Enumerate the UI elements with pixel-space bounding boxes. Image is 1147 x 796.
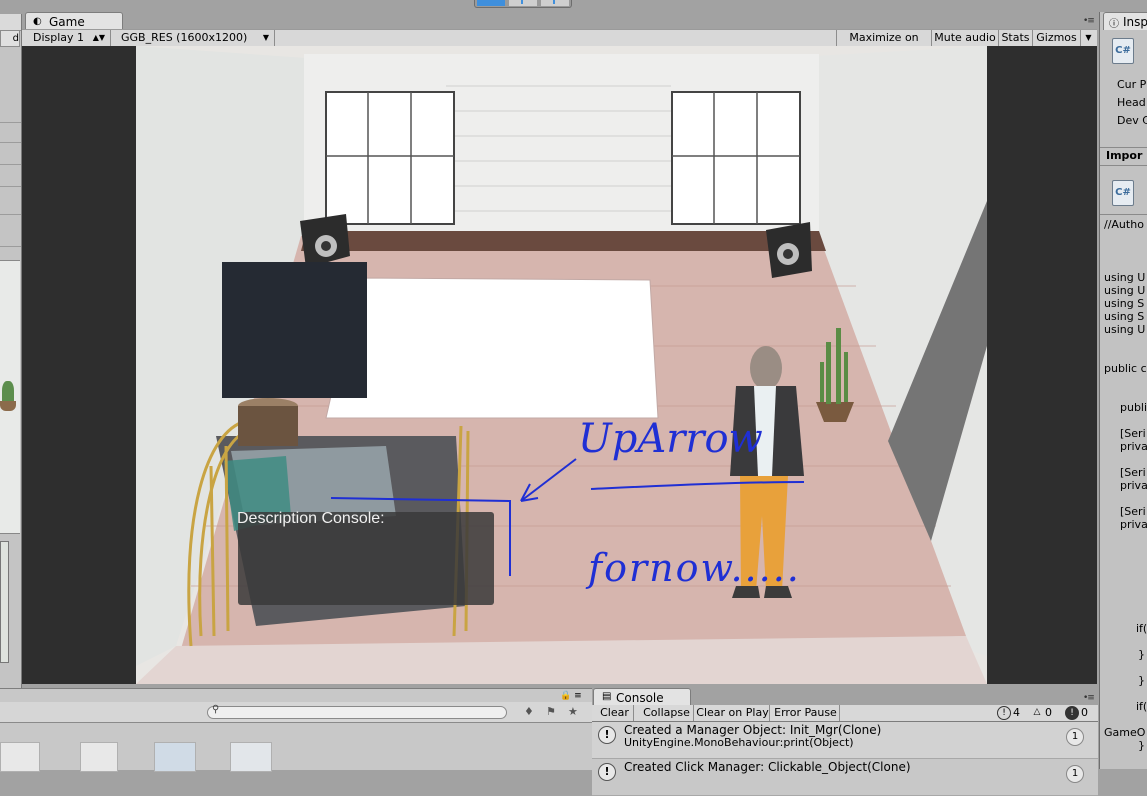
log-entry[interactable]: ! Created Click Manager: Clickable_Objec…	[592, 759, 1098, 796]
step-button[interactable]	[541, 0, 569, 6]
pacman-icon: ◐	[33, 16, 42, 27]
project-panel: 🔒 ≡ ⚲ ♦ ⚑ ★	[0, 688, 592, 772]
code-line: [Seri	[1120, 466, 1146, 479]
imported-object-header: Impor	[1106, 149, 1143, 162]
code-line: public c	[1104, 362, 1147, 375]
project-toolbar: ⚲ ♦ ⚑ ★	[0, 702, 592, 723]
collapse-toggle[interactable]: Collapse	[640, 705, 694, 721]
info-count: 4	[1013, 706, 1020, 719]
hierarchy-dropdown[interactable]: d	[0, 30, 20, 47]
inspector-prop: Dev C	[1117, 114, 1147, 127]
code-line: [Seri	[1120, 427, 1146, 440]
info-icon: !	[997, 706, 1011, 720]
resolution-dropdown-label: GGB_RES (1600x1200)	[121, 31, 248, 44]
error-pause-toggle[interactable]: Error Pause	[772, 705, 840, 721]
stats-toggle[interactable]: Stats	[998, 30, 1032, 46]
inspector-panel: ⓘ Insp C# Cur P Head Dev C Impor C# //Au…	[1099, 12, 1147, 769]
play-button[interactable]	[477, 0, 505, 6]
code-line: using U	[1104, 284, 1146, 297]
asset-preview-thumbnail[interactable]	[0, 541, 9, 663]
mute-audio-toggle[interactable]: Mute audio	[931, 30, 998, 46]
asset-item[interactable]	[0, 742, 40, 772]
log-stacktrace: UnityEngine.MonoBehaviour:print(Object)	[624, 736, 854, 749]
favorite-star-icon[interactable]: ★	[568, 705, 578, 718]
resolution-dropdown[interactable]: GGB_RES (1600x1200) ▼	[113, 30, 275, 46]
room-illustration	[136, 46, 987, 684]
log-count-badge: 1	[1066, 765, 1084, 783]
play-controls	[474, 0, 572, 8]
info-icon: !	[598, 763, 616, 781]
warning-count: 0	[1045, 706, 1052, 719]
info-icon: !	[598, 726, 616, 744]
scene-preview-thumbnail[interactable]	[0, 260, 20, 534]
dropdown-arrow-icon: ▼	[262, 33, 269, 42]
code-line: using S	[1104, 310, 1145, 323]
filter-by-type-icon[interactable]: ♦	[524, 705, 534, 718]
info-count-toggle[interactable]: ! 4	[997, 706, 1020, 720]
code-line: [Seri	[1120, 505, 1146, 518]
display-dropdown[interactable]: Display 1 ▲▼	[25, 30, 111, 46]
panel-menu-icon[interactable]: •≡	[1083, 16, 1095, 26]
maximize-on-play-toggle[interactable]: Maximize on Play	[836, 30, 931, 60]
clear-button[interactable]: Clear	[596, 705, 634, 721]
tab-game-label: Game	[49, 15, 85, 29]
log-count-badge: 1	[1066, 728, 1084, 746]
error-icon: !	[1065, 706, 1079, 720]
code-line: if(	[1136, 700, 1147, 713]
inspector-prop: Cur P	[1117, 78, 1147, 91]
description-console-label: Description Console:	[237, 510, 385, 527]
search-input[interactable]: ⚲	[207, 704, 507, 719]
console-menu-icon[interactable]: •≡	[1083, 693, 1095, 703]
code-line: if(	[1136, 622, 1147, 635]
tab-console-label: Console	[616, 691, 664, 705]
asset-item[interactable]	[154, 742, 196, 772]
pause-button[interactable]	[509, 0, 537, 6]
warning-icon: △	[1033, 707, 1041, 717]
error-count-toggle[interactable]: ! 0	[1065, 706, 1088, 720]
code-line: }	[1138, 674, 1145, 687]
console-panel: Clear Collapse Clear on Play Error Pause…	[592, 705, 1098, 796]
log-message: Created Click Manager: Clickable_Object(…	[624, 760, 911, 774]
game-toolbar: Display 1 ▲▼ GGB_RES (1600x1200) ▼ Maxim…	[22, 29, 1097, 60]
tab-console[interactable]: ▤ Console	[593, 688, 691, 706]
code-line: using U	[1104, 323, 1146, 336]
csharp-script-icon: C#	[1112, 180, 1134, 206]
tab-game[interactable]: ◐ Game	[25, 12, 123, 30]
asset-item[interactable]	[230, 742, 272, 772]
hierarchy-header	[0, 14, 21, 31]
clear-on-play-toggle[interactable]: Clear on Play	[696, 705, 770, 721]
annotation-fornow: fornow.....	[588, 546, 801, 590]
warning-count-toggle[interactable]: △ 0	[1031, 706, 1052, 720]
filter-by-label-icon[interactable]: ⚑	[546, 705, 556, 718]
code-line: publi	[1120, 401, 1147, 414]
console-icon: ▤	[602, 691, 612, 702]
code-line: GameO	[1104, 726, 1146, 739]
log-entry[interactable]: ! Created a Manager Object: Init_Mgr(Clo…	[592, 722, 1098, 759]
code-line: using U	[1104, 271, 1146, 284]
log-message: Created a Manager Object: Init_Mgr(Clone…	[624, 723, 882, 737]
code-line: priva	[1120, 479, 1147, 492]
annotation-uparrow: UpArrow	[578, 416, 763, 462]
updown-arrow-icon: ▲▼	[92, 33, 105, 42]
code-line: using S	[1104, 297, 1145, 310]
code-line: //Autho	[1104, 218, 1144, 231]
console-toolbar: Clear Collapse Clear on Play Error Pause…	[592, 705, 1098, 722]
tab-inspector-label: Insp	[1123, 15, 1147, 29]
game-scene[interactable]: Description Console: UpArrow fornow.....	[136, 46, 987, 684]
display-dropdown-label: Display 1	[33, 31, 85, 44]
asset-item[interactable]	[80, 742, 118, 772]
inspector-prop: Head	[1117, 96, 1146, 109]
tab-inspector[interactable]: ⓘ Insp	[1103, 12, 1147, 30]
code-line: }	[1138, 648, 1145, 661]
lock-icon[interactable]: 🔒 ≡	[560, 691, 582, 701]
gizmos-arrow-icon[interactable]: ▼	[1080, 30, 1096, 46]
code-line: }	[1138, 739, 1145, 752]
code-line: priva	[1120, 440, 1147, 453]
search-icon: ⚲	[212, 704, 220, 715]
error-count: 0	[1081, 706, 1088, 719]
info-icon: ⓘ	[1109, 19, 1119, 30]
code-line: priva	[1120, 518, 1147, 531]
gizmos-dropdown[interactable]: Gizmos	[1032, 30, 1080, 46]
csharp-script-icon: C#	[1112, 38, 1134, 64]
